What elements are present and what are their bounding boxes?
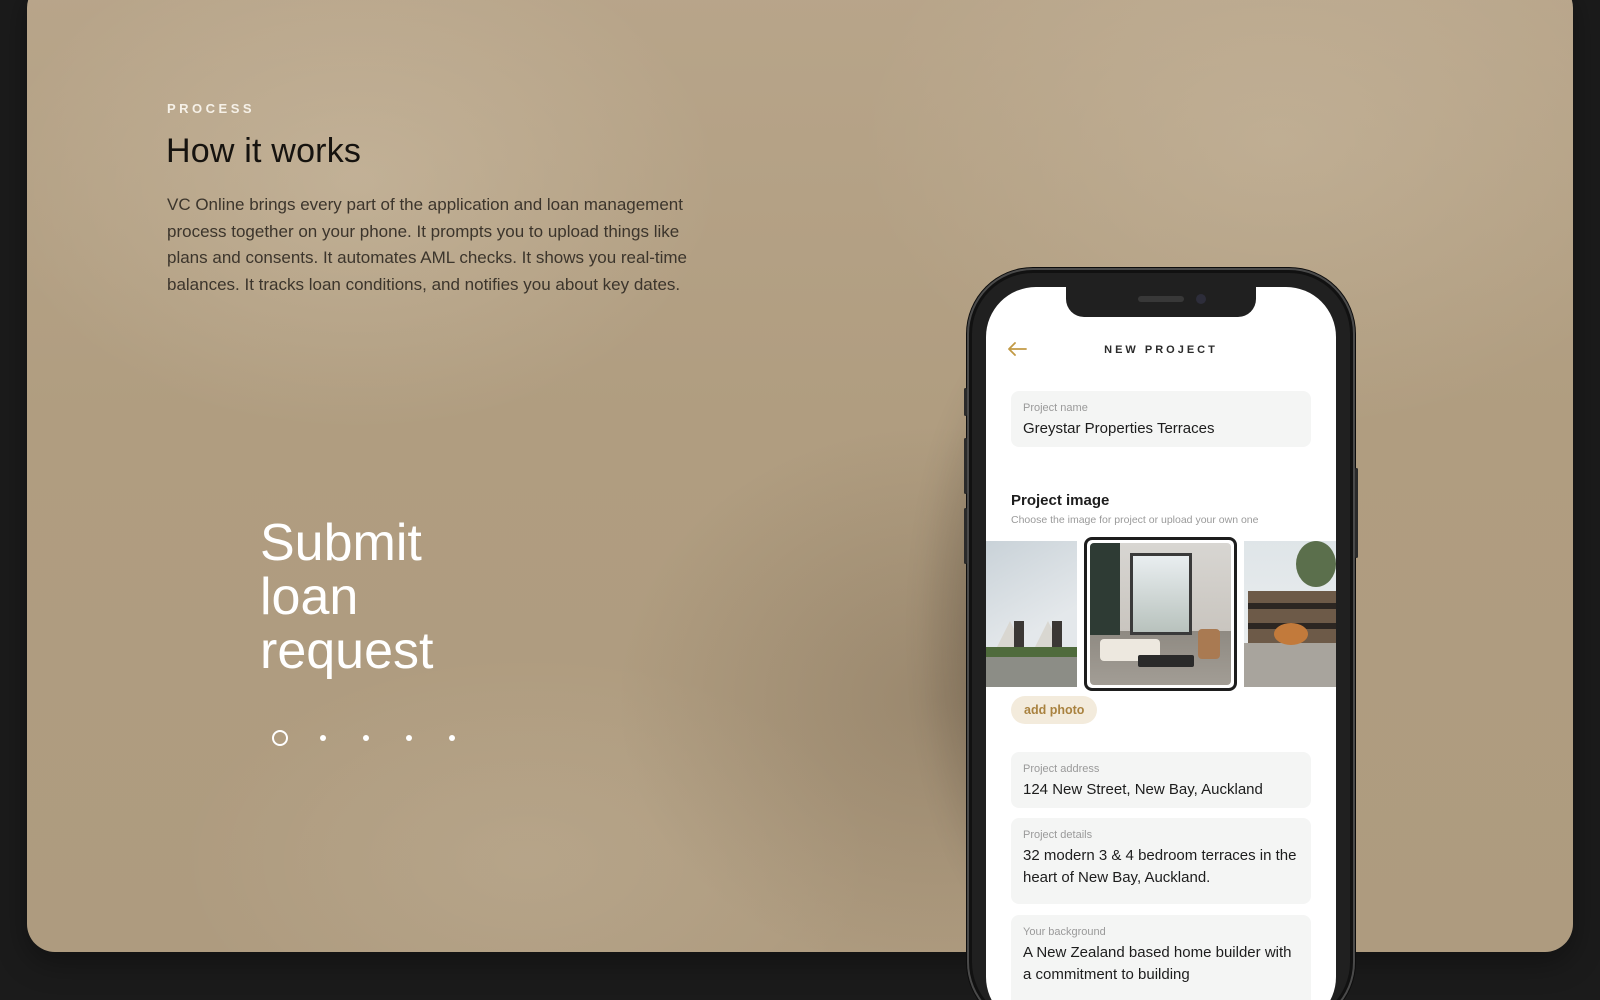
step-dot-1[interactable] — [272, 730, 288, 746]
phone-mockup: NEW PROJECT Project name Greystar Proper… — [964, 268, 1358, 1000]
section-eyebrow: PROCESS — [167, 101, 256, 116]
project-address-value[interactable]: 124 New Street, New Bay, Auckland — [1023, 779, 1299, 801]
project-details-field[interactable]: Project details 32 modern 3 & 4 bedroom … — [1011, 818, 1311, 904]
section-description: VC Online brings every part of the appli… — [167, 195, 688, 294]
project-name-value[interactable]: Greystar Properties Terraces — [1023, 418, 1299, 440]
project-image-subtitle: Choose the image for project or upload y… — [1011, 514, 1259, 526]
step-dot-2[interactable] — [320, 735, 326, 741]
project-image-title: Project image — [1011, 492, 1110, 509]
section-heading: How it works — [166, 132, 362, 170]
coffee-table — [1138, 655, 1194, 667]
project-name-label: Project name — [1023, 402, 1088, 414]
building-window-row — [1248, 603, 1336, 609]
armchair — [1198, 629, 1220, 659]
your-background-label: Your background — [1023, 926, 1106, 938]
step-dot-4[interactable] — [406, 735, 412, 741]
window — [1130, 553, 1192, 635]
speaker-grille — [1138, 296, 1184, 302]
phone-volume-up-button — [964, 438, 967, 494]
project-image-option-1[interactable] — [986, 541, 1077, 687]
phone-volume-down-button — [964, 508, 967, 564]
hedge — [986, 647, 1077, 657]
living-room-image — [1090, 543, 1231, 685]
project-image-option-3[interactable] — [1244, 541, 1336, 687]
add-photo-button[interactable]: add photo — [1011, 696, 1098, 724]
curtain — [1090, 543, 1120, 635]
phone-screen: NEW PROJECT Project name Greystar Proper… — [986, 287, 1336, 1000]
step-title: Submit loan request — [260, 514, 434, 680]
project-address-field[interactable]: Project address 124 New Street, New Bay,… — [1011, 752, 1311, 808]
phone-power-button — [1355, 468, 1358, 558]
project-address-label: Project address — [1023, 763, 1100, 775]
step-dot-5[interactable] — [449, 735, 455, 741]
project-name-field[interactable]: Project name Greystar Properties Terrace… — [1011, 391, 1311, 447]
your-background-field[interactable]: Your background A New Zealand based home… — [1011, 915, 1311, 1000]
step-dot-3[interactable] — [363, 735, 369, 741]
phone-mute-button — [964, 388, 967, 416]
tree — [1296, 541, 1336, 587]
phone-notch — [1066, 287, 1256, 317]
autumn-bush — [1274, 623, 1308, 645]
your-background-value[interactable]: A New Zealand based home builder with a … — [1023, 942, 1299, 986]
project-image-option-2-selected[interactable] — [1084, 537, 1237, 691]
project-details-label: Project details — [1023, 829, 1093, 841]
project-details-value[interactable]: 32 modern 3 & 4 bedroom terraces in the … — [1023, 845, 1299, 889]
front-camera — [1196, 294, 1206, 304]
screen-title: NEW PROJECT — [1104, 344, 1218, 356]
